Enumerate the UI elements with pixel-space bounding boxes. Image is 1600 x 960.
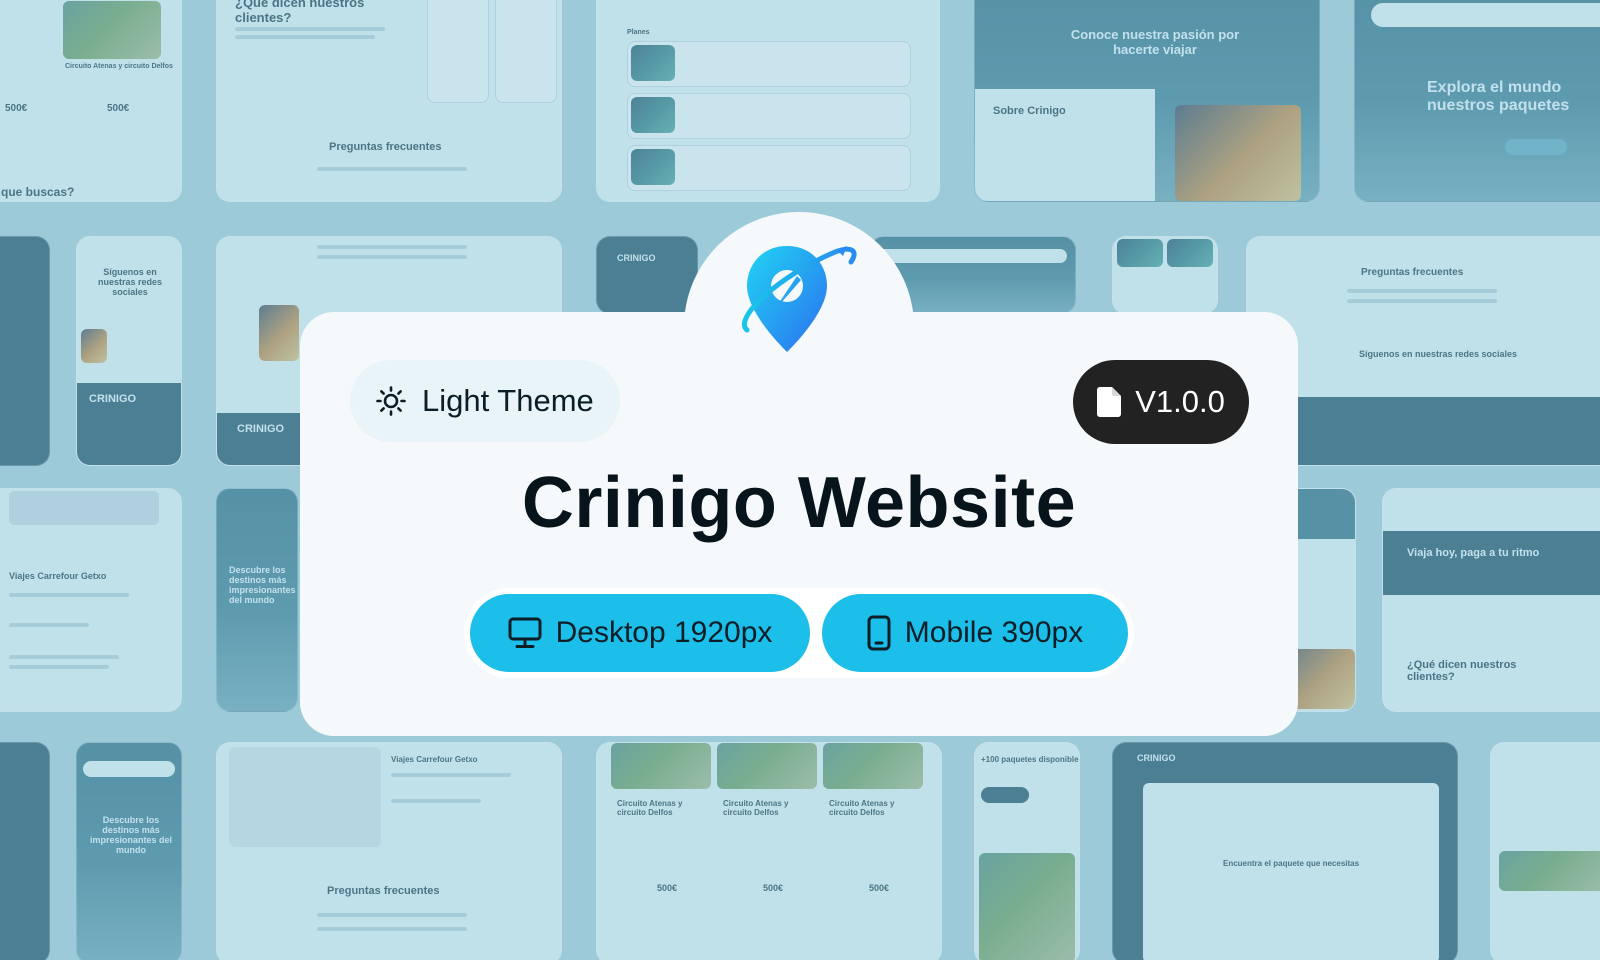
bg-tile-listing: Circuito Atenas y circuito Delfos 500€ 5… (0, 0, 182, 202)
bg-heading: Sobre Crinigo (993, 105, 1066, 117)
bg-heading: Preguntas frecuentes (327, 885, 440, 897)
bg-tile-mobile2 (0, 742, 50, 960)
bg-tile-testimonials: ¿Qué dicen nuestros clientes? Preguntas … (216, 0, 562, 202)
bg-heading: Conoce nuestra pasión por hacerte viajar (1070, 27, 1240, 57)
desktop-button[interactable]: Desktop 1920px (470, 594, 810, 672)
bg-tile-discover: Descubre los destinos más impresionantes… (216, 488, 298, 712)
desktop-button-label: Desktop 1920px (555, 616, 773, 649)
bg-tile-about: Conoce nuestra pasión por hacerte viajar… (974, 0, 1320, 202)
bg-tile-discover2: Descubre los destinos más impresionantes… (76, 742, 182, 960)
file-icon (1097, 387, 1122, 417)
bg-brand: CRINIGO (617, 253, 656, 263)
theme-label: Light Theme (422, 383, 594, 418)
bg-tile-footer: Preguntas frecuentes Síguenos en nuestra… (1246, 236, 1600, 466)
bg-price: 500€ (869, 883, 890, 893)
bg-heading: ¿Qué dicen nuestros clientes? (235, 0, 365, 25)
bg-heading: que buscas? (1, 185, 75, 199)
bg-price: 500€ (5, 103, 28, 114)
bg-heading: Circuito Atenas y circuito Delfos (723, 799, 789, 817)
monitor-icon (508, 617, 542, 648)
bg-tile-hero-small: CRINIGO (596, 236, 698, 314)
bg-heading: Viaja hoy, paga a tu ritmo (1407, 547, 1540, 559)
bg-heading: Preguntas frecuentes (1361, 267, 1464, 278)
bg-heading: Explora el mundo nuestros paquetes (1427, 79, 1570, 114)
crinigo-logo-icon (739, 236, 859, 364)
bg-tile-social: Síguenos en nuestras redes sociales CRIN… (76, 236, 182, 466)
bg-tile-products: Circuito Atenas y circuito Delfos Circui… (596, 742, 942, 960)
bg-tile-map: Viajes Carrefour Getxo Preguntas frecuen… (216, 742, 562, 960)
bg-heading: Viajes Carrefour Getxo (9, 571, 107, 581)
bg-heading: ¿Qué dicen nuestros clientes? (1407, 659, 1517, 683)
bg-price: 500€ (657, 883, 678, 893)
bg-heading: Planes (627, 29, 650, 36)
bg-heading: +100 paquetes disponibles (981, 755, 1080, 764)
bg-price: 500€ (107, 103, 130, 114)
bg-heading: Descubre los destinos más impresionantes… (229, 565, 296, 605)
sun-icon (376, 386, 406, 416)
mobile-button[interactable]: Mobile 390px (822, 594, 1128, 672)
bg-tile-mobile (0, 236, 50, 466)
bg-tile-cards (1112, 236, 1218, 314)
device-buttons: Desktop 1920px Mobile 390px (464, 588, 1134, 678)
bg-heading: Descubre los destinos más impresionantes… (89, 815, 173, 855)
bg-heading: Encuentra el paquete que necesitas (1223, 859, 1360, 868)
bg-brand: CRINIGO (1137, 753, 1176, 763)
mobile-button-label: Mobile 390px (904, 616, 1084, 649)
bg-price: 500€ (763, 883, 784, 893)
bg-brand: CRINIGO (237, 423, 285, 435)
bg-tile-plans: Planes (596, 0, 940, 202)
theme-badge: Light Theme (350, 360, 620, 442)
bg-heading: Síguenos en nuestras redes sociales (97, 267, 163, 297)
bg-tile-pay: Viaja hoy, paga a tu ritmo ¿Qué dicen nu… (1382, 488, 1600, 712)
bg-tile-store: Viajes Carrefour Getxo (0, 488, 182, 712)
version-badge: V1.0.0 (1073, 360, 1249, 444)
bg-tile-mobile3 (1490, 742, 1600, 960)
bg-heading: Síguenos en nuestras redes sociales (1359, 349, 1518, 359)
bg-tile-explore: Explora el mundo nuestros paquetes (1354, 0, 1600, 202)
bg-heading: Viajes Carrefour Getxo (391, 755, 478, 764)
bg-heading: Circuito Atenas y circuito Delfos (617, 799, 683, 817)
bg-tile-packages: +100 paquetes disponibles (974, 742, 1080, 960)
page-title: Crinigo Website (521, 463, 1077, 543)
bg-tile-search: CRINIGO Encuentra el paquete que necesit… (1112, 742, 1458, 960)
bg-heading: Circuito Atenas y circuito Delfos (829, 799, 895, 817)
version-label: V1.0.0 (1135, 384, 1225, 419)
bg-brand: CRINIGO (89, 393, 137, 405)
phone-icon (867, 615, 891, 651)
bg-heading: Preguntas frecuentes (329, 141, 442, 153)
